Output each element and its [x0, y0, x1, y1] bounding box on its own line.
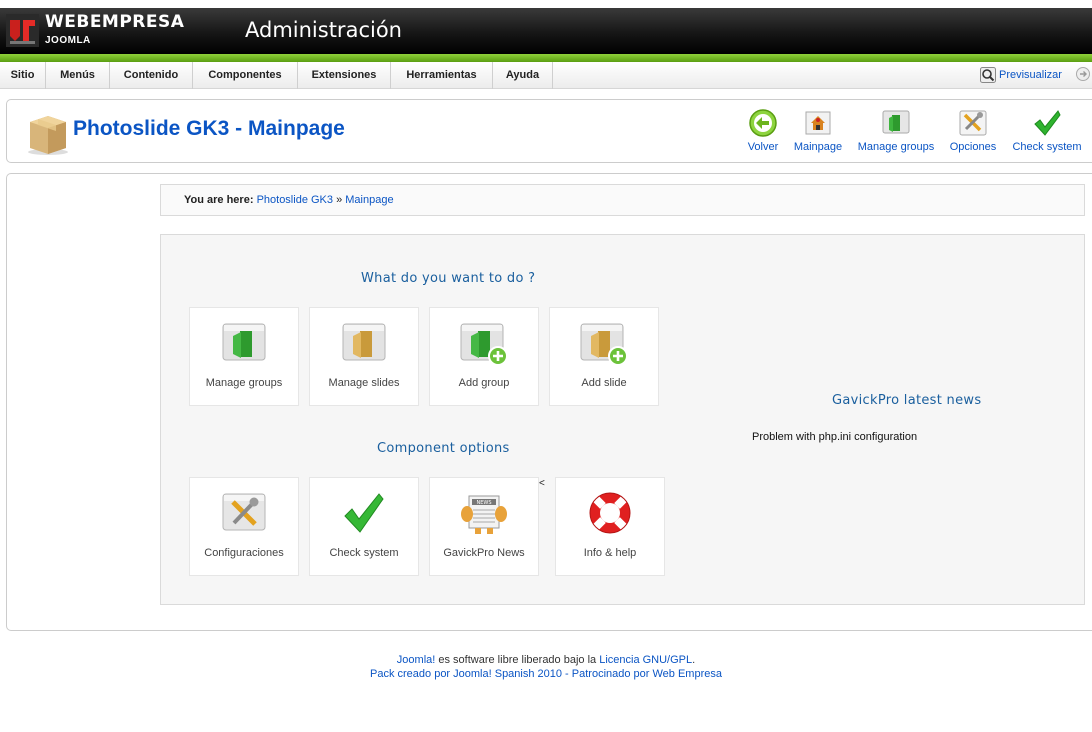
back-arrow-icon [749, 109, 777, 137]
tile-label: Add slide [581, 377, 627, 389]
checkmark-icon [344, 493, 384, 533]
element-box: You are here: Photoslide GK3 » Mainpage … [6, 173, 1092, 631]
tile-label: Check system [329, 547, 399, 559]
breadcrumb-prefix: You are here: [184, 194, 254, 206]
lifebuoy-icon [589, 492, 631, 534]
footer-line-2[interactable]: Pack creado por Joomla! Spanish 2010 - P… [0, 667, 1092, 681]
preview-label: Previsualizar [999, 69, 1062, 81]
tile-label: Manage slides [328, 377, 400, 389]
options-button-label: Opciones [949, 141, 997, 153]
breadcrumb-separator: » [336, 194, 343, 206]
main-menu-bar: Sitio Menús Contenido Componentes Extens… [0, 62, 1092, 89]
newspaper-icon: NEWS [461, 495, 507, 534]
green-folder-icon [460, 323, 508, 366]
tile-label: Manage groups [205, 377, 283, 389]
check-system-button-label: Check system [1012, 141, 1082, 153]
footer-pack-link[interactable]: Pack creado por Joomla! Spanish 2010 - P… [370, 668, 722, 680]
svg-text:NEWS: NEWS [476, 500, 491, 506]
tile-label: Configuraciones [204, 547, 284, 559]
menu-item-componentes[interactable]: Componentes [193, 62, 298, 89]
footer-line-1: Joomla! es software libre liberado bajo … [0, 653, 1092, 667]
admin-header: WEBEMPRESA JOOMLA Administración [0, 8, 1092, 54]
green-folder-icon [882, 110, 910, 134]
mainpage-button-label: Mainpage [793, 141, 843, 153]
brand-title: WEBEMPRESA [45, 12, 185, 32]
checkmark-icon [1034, 110, 1061, 136]
admin-title: Administración [245, 18, 402, 42]
joomla-logo-icon [6, 14, 39, 47]
tile-configuraciones[interactable]: Configuraciones [189, 477, 299, 576]
breadcrumb: You are here: Photoslide GK3 » Mainpage [160, 184, 1085, 216]
stray-mark: < [539, 478, 545, 489]
tile-add-group[interactable]: Add group [429, 307, 539, 406]
back-button-label: Volver [747, 141, 779, 153]
home-icon [805, 111, 831, 135]
tile-manage-groups[interactable]: Manage groups [189, 307, 299, 406]
tools-icon [222, 493, 266, 531]
magnifier-icon [980, 67, 996, 83]
footer-text-end: . [692, 654, 696, 666]
tools-icon [959, 110, 987, 136]
tile-info-help[interactable]: Info & help [555, 477, 665, 576]
tile-label: Info & help [583, 547, 637, 559]
mainpage-button[interactable]: Mainpage [791, 108, 845, 158]
tile-gavickpro-news[interactable]: NEWS GavickPro News [429, 477, 539, 576]
tile-manage-slides[interactable]: Manage slides [309, 307, 419, 406]
options-heading: Component options [377, 441, 510, 456]
brand-subtitle: JOOMLA [45, 35, 91, 46]
breadcrumb-link-mainpage[interactable]: Mainpage [345, 194, 393, 206]
package-box-icon [28, 116, 68, 155]
footer-joomla-link[interactable]: Joomla! [397, 654, 436, 666]
footer: Joomla! es software libre liberado bajo … [0, 653, 1092, 681]
header-accent-bar [0, 54, 1092, 62]
news-heading: GavickPro latest news [832, 393, 982, 408]
page-title: Photoslide GK3 - Mainpage [73, 117, 345, 140]
menu-item-menus[interactable]: Menús [46, 62, 110, 89]
green-folder-icon [222, 323, 266, 361]
breadcrumb-link-component[interactable]: Photoslide GK3 [257, 194, 333, 206]
yellow-folder-icon [580, 323, 628, 366]
toolbar-box: Photoslide GK3 - Mainpage Volver Mainpag… [6, 99, 1092, 163]
menu-item-extensiones[interactable]: Extensiones [298, 62, 391, 89]
news-item[interactable]: Problem with php.ini configuration [752, 431, 917, 443]
tile-label: GavickPro News [443, 547, 525, 559]
back-button[interactable]: Volver [741, 108, 785, 158]
content-panel: What do you want to do ? Manage groups M… [160, 234, 1085, 605]
footer-license-link[interactable]: Licencia GNU/GPL [599, 654, 692, 666]
menu-item-sitio[interactable]: Sitio [0, 62, 46, 89]
logout-icon[interactable] [1075, 66, 1091, 82]
yellow-folder-icon [342, 323, 386, 361]
tile-label: Add group [458, 377, 510, 389]
menu-item-herramientas[interactable]: Herramientas [391, 62, 493, 89]
footer-text: es software libre liberado bajo la [435, 654, 600, 666]
tile-add-slide[interactable]: Add slide [549, 307, 659, 406]
manage-groups-button[interactable]: Manage groups [854, 108, 938, 158]
check-system-button[interactable]: Check system [1009, 108, 1085, 158]
manage-groups-button-label: Manage groups [857, 141, 935, 153]
tile-check-system[interactable]: Check system [309, 477, 419, 576]
options-button[interactable]: Opciones [946, 108, 1000, 158]
menu-item-contenido[interactable]: Contenido [110, 62, 193, 89]
preview-link[interactable]: Previsualizar [980, 66, 1062, 86]
actions-heading: What do you want to do ? [361, 271, 536, 286]
menu-item-ayuda[interactable]: Ayuda [493, 62, 553, 89]
